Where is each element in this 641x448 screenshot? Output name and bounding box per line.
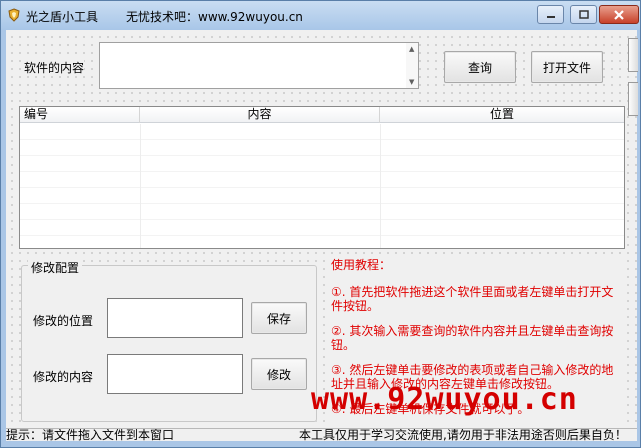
scroll-up-icon[interactable]: ▲ [409, 45, 414, 53]
modify-content-label: 修改的内容 [33, 368, 94, 385]
app-window: 光之盾小工具 无忧技术吧：www.92wuyou.cn 软件的内容 ▲ ▼ 查询… [0, 0, 641, 448]
minimize-icon [546, 15, 555, 18]
tutorial-title: 使用教程： [331, 258, 392, 272]
side-tab-top[interactable] [628, 38, 638, 72]
modify-position-label: 修改的位置 [33, 312, 94, 329]
modify-content-input[interactable] [107, 354, 243, 394]
status-bar: 提示：请文件拖入文件到本窗口 本工具仅用于学习交流使用,请勿用于非法用途否则后果… [6, 428, 637, 441]
watermark-overlay: www.92wuyou.cn [311, 382, 578, 417]
close-icon [614, 9, 624, 20]
content-label: 软件的内容 [24, 59, 85, 76]
column-header-content[interactable]: 内容 [140, 107, 380, 123]
window-title: 光之盾小工具 [26, 10, 99, 24]
side-tab-bottom[interactable] [628, 82, 638, 116]
status-hint: 提示：请文件拖入文件到本窗口 [6, 428, 175, 441]
client-area: 软件的内容 ▲ ▼ 查询 打开文件 编号 内容 位置 修改配置 修改的位置 保存 [6, 30, 638, 441]
title-bar[interactable]: 光之盾小工具 无忧技术吧：www.92wuyou.cn [1, 1, 640, 30]
modify-group-title: 修改配置 [28, 259, 83, 276]
content-input-scrollbar[interactable]: ▲ ▼ [406, 43, 418, 88]
status-disclaimer: 本工具仅用于学习交流使用,请勿用于非法用途否则后果自负！ [299, 428, 627, 441]
app-icon [7, 8, 21, 22]
maximize-button[interactable] [570, 5, 597, 24]
result-list[interactable]: 编号 内容 位置 [19, 106, 625, 249]
content-input[interactable]: ▲ ▼ [99, 42, 419, 89]
scroll-down-icon[interactable]: ▼ [409, 78, 414, 86]
close-button[interactable] [599, 5, 639, 24]
column-header-position[interactable]: 位置 [380, 107, 624, 123]
maximize-icon [578, 9, 589, 19]
result-list-body[interactable] [20, 124, 624, 248]
modify-groupbox [21, 265, 317, 422]
tutorial-step-1: ①. 首先把软件拖进这个软件里面或者左键单击打开文件按钮。 [331, 285, 614, 313]
column-header-number[interactable]: 编号 [20, 107, 140, 123]
window-subtitle: 无忧技术吧：www.92wuyou.cn [126, 10, 303, 24]
save-button[interactable]: 保存 [251, 302, 307, 334]
modify-button[interactable]: 修改 [251, 358, 307, 390]
tutorial-step-2: ②. 其次输入需要查询的软件内容并且左键单击查询按钮。 [331, 324, 614, 352]
result-list-header: 编号 内容 位置 [20, 107, 624, 123]
query-button[interactable]: 查询 [444, 51, 516, 83]
open-file-button[interactable]: 打开文件 [531, 51, 603, 83]
minimize-button[interactable] [537, 5, 564, 24]
modify-position-input[interactable] [107, 298, 243, 338]
